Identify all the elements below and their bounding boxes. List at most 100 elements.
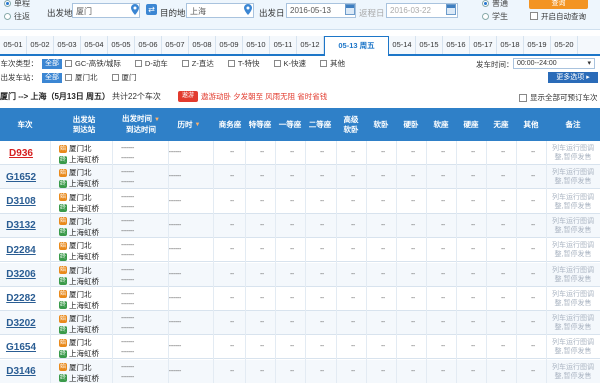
show-all-checkbox[interactable]: [519, 93, 527, 102]
seat-availability: --: [411, 246, 415, 254]
checkbox-icon[interactable]: [111, 74, 119, 81]
col-other-label: 其他: [523, 119, 539, 129]
date-tab[interactable]: 05-02: [27, 36, 54, 54]
train-number-link[interactable]: D3206: [6, 269, 35, 280]
checkbox-icon[interactable]: [65, 60, 72, 67]
train-number-link[interactable]: D2284: [6, 245, 35, 256]
column-divider: [275, 141, 276, 383]
show-all-toggle[interactable]: 显示全部可预订车次: [519, 92, 598, 103]
date-tab[interactable]: 05-03: [54, 36, 81, 54]
date-tab[interactable]: 05-20: [551, 36, 578, 54]
auto-query-checkbox[interactable]: [530, 12, 538, 20]
arrive-time: -------: [121, 179, 134, 187]
date-tab[interactable]: 05-09: [216, 36, 243, 54]
date-tab[interactable]: 05-17: [470, 36, 497, 54]
date-tab[interactable]: 05-08: [189, 36, 216, 54]
seat-availability: --: [230, 221, 234, 229]
seat-availability: --: [501, 149, 505, 156]
date-tab[interactable]: 05-11: [270, 36, 297, 54]
train-number-link[interactable]: G1652: [6, 172, 36, 183]
seat-availability: --: [230, 294, 234, 302]
seat-availability: --: [381, 246, 385, 254]
passenger-student[interactable]: 学生: [482, 11, 508, 22]
date-tab[interactable]: 05-04: [81, 36, 108, 54]
checkbox-icon[interactable]: [181, 60, 189, 67]
train-number-link[interactable]: D3202: [6, 318, 35, 329]
checkbox-icon[interactable]: [227, 60, 235, 67]
date-tab[interactable]: 05-12: [297, 36, 324, 54]
arrive-station: 终上海虹桥: [59, 251, 99, 262]
date-tab[interactable]: 05-05: [108, 36, 135, 54]
depart-time: -------: [121, 242, 134, 250]
train-number-link[interactable]: D3132: [6, 220, 35, 231]
start-badge-icon: 始: [59, 363, 67, 372]
train-type-option[interactable]: T-特快: [227, 58, 260, 69]
checkbox-icon[interactable]: [320, 60, 328, 67]
seat-availability: --: [290, 149, 294, 156]
checkbox-icon[interactable]: [273, 60, 281, 67]
col-times[interactable]: 出发时间 ▼ 到达时间: [114, 108, 168, 141]
from-input[interactable]: 厦门: [72, 3, 140, 18]
table-header: 车次 出发站 到达站 出发时间 ▼ 到达时间 历时 ▼ 商务座 特等座 一等座 二等…: [0, 108, 600, 141]
col-premium-soft: 高级 软卧: [336, 108, 366, 141]
seat-availability: --: [290, 319, 294, 327]
arrive-station: 终上海虹桥: [59, 348, 99, 359]
train-type-option[interactable]: GC-高铁/城际: [65, 58, 121, 69]
column-divider: [516, 141, 517, 383]
filter-station-all-button[interactable]: 全部: [42, 72, 62, 83]
station-name: 厦门北: [69, 241, 92, 251]
query-button[interactable]: 查询: [529, 0, 588, 9]
train-number-link[interactable]: D3108: [6, 196, 35, 207]
filter-station-label: 出发车站：: [0, 73, 39, 82]
col-first-class: 一等座: [275, 108, 305, 141]
train-type-option[interactable]: Z-直达: [181, 58, 214, 69]
checkbox-icon[interactable]: [134, 60, 142, 67]
date-tab[interactable]: 05-14: [389, 36, 416, 54]
train-type-option[interactable]: 其他: [320, 58, 345, 69]
col-duration[interactable]: 历时 ▼: [168, 108, 210, 141]
trip-type-oneway[interactable]: 单程: [4, 0, 30, 9]
date-tab[interactable]: 05-01: [0, 36, 27, 54]
col-second-class: 二等座: [305, 108, 335, 141]
depart-time-select[interactable]: 00:00--24:00 ▾: [513, 58, 595, 69]
seat-availability: --: [411, 270, 415, 278]
date-tab[interactable]: 05-18: [497, 36, 524, 54]
seat-availability: --: [351, 149, 355, 156]
col-train[interactable]: 车次: [0, 108, 50, 141]
more-options-button[interactable]: 更多选项 ▸: [548, 72, 598, 83]
seat-availability: --: [320, 294, 324, 302]
train-type-option[interactable]: K-快速: [273, 58, 306, 69]
train-type-option[interactable]: D-动车: [134, 58, 168, 69]
checkbox-icon[interactable]: [65, 74, 72, 81]
seat-availability: --: [290, 294, 294, 302]
station-option[interactable]: 厦门北: [65, 72, 98, 83]
date-tab[interactable]: 05-16: [443, 36, 470, 54]
calendar-icon[interactable]: [345, 4, 355, 15]
seat-availability: --: [381, 197, 385, 205]
train-number-link[interactable]: G1654: [6, 342, 36, 353]
filter-type-all-button[interactable]: 全部: [42, 58, 62, 69]
station-option[interactable]: 厦门: [111, 72, 137, 83]
date-tab[interactable]: 05-15: [416, 36, 443, 54]
table-row: D936 始厦门北终上海虹桥 ------- ------- ------- -- -- --…: [0, 141, 600, 165]
trip-type-roundtrip[interactable]: 往返: [4, 11, 30, 22]
date-tab[interactable]: 05-06: [135, 36, 162, 54]
seat-availability: --: [441, 343, 445, 351]
swap-stations-icon[interactable]: ⇄: [146, 4, 157, 15]
passenger-normal[interactable]: 普通: [482, 0, 508, 9]
depart-station: 始厦门北: [59, 192, 92, 203]
train-number-link[interactable]: D3146: [6, 366, 35, 377]
seat-availability: --: [411, 221, 415, 229]
date-tab[interactable]: 05-07: [162, 36, 189, 54]
arrive-time: -------: [121, 373, 134, 381]
station-name: 厦门北: [69, 362, 92, 372]
train-number-link[interactable]: D936: [9, 148, 33, 159]
train-number-link[interactable]: D2282: [6, 293, 35, 304]
calendar-icon[interactable]: [446, 4, 456, 15]
date-tab[interactable]: 05-10: [243, 36, 270, 54]
promo-banner[interactable]: 遨游 遨游动卧 夕发朝至 风雨无阻 省时省钱: [178, 90, 327, 102]
date-tab[interactable]: 05-13 周五: [324, 36, 389, 56]
table-row: D3146 始厦门北终上海虹桥 ------- ------- ------- -- -- -…: [0, 359, 600, 383]
seat-availability: --: [531, 173, 535, 181]
date-tab[interactable]: 05-19: [524, 36, 551, 54]
